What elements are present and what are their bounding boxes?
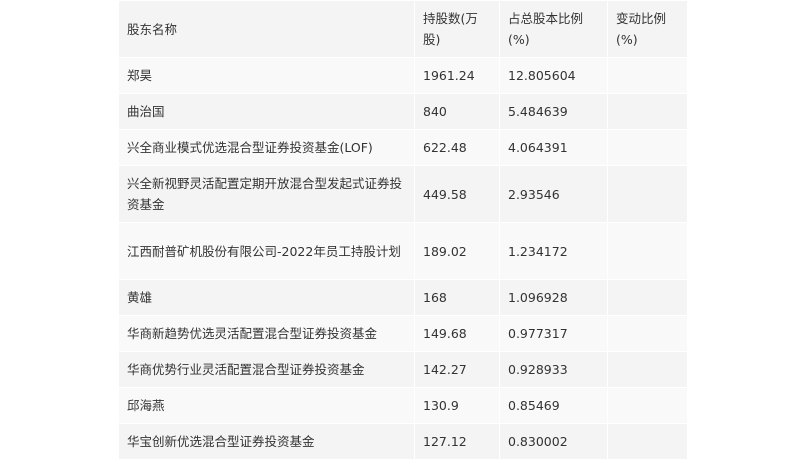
change-ratio-cell bbox=[607, 93, 688, 130]
shareholder-table-container: 股东名称 持股数(万股) 占总股本比例(%) 变动比例(%) 郑昊 1961.2… bbox=[118, 0, 688, 460]
shares-held-cell: 142.27 bbox=[414, 351, 500, 388]
table-row: 兴全新视野灵活配置定期开放混合型发起式证券投资基金 449.58 2.93546 bbox=[118, 165, 688, 223]
table-row: 郑昊 1961.24 12.805604 bbox=[118, 57, 688, 94]
change-ratio-cell bbox=[607, 387, 688, 424]
shares-held-cell: 1961.24 bbox=[414, 57, 500, 94]
shareholder-name-cell: 江西耐普矿机股份有限公司-2022年员工持股计划 bbox=[118, 222, 415, 280]
table-row: 曲治国 840 5.484639 bbox=[118, 93, 688, 130]
table-row: 黄雄 168 1.096928 bbox=[118, 279, 688, 316]
shares-held-cell: 189.02 bbox=[414, 222, 500, 280]
share-ratio-cell: 0.830002 bbox=[499, 423, 608, 460]
shareholder-name-cell: 郑昊 bbox=[118, 57, 415, 94]
shares-held-cell: 168 bbox=[414, 279, 500, 316]
share-ratio-cell: 1.096928 bbox=[499, 279, 608, 316]
share-ratio-cell: 1.234172 bbox=[499, 222, 608, 280]
share-ratio-cell: 0.977317 bbox=[499, 315, 608, 352]
share-ratio-cell: 2.93546 bbox=[499, 165, 608, 223]
change-ratio-cell bbox=[607, 315, 688, 352]
change-ratio-cell bbox=[607, 165, 688, 223]
shares-held-cell: 130.9 bbox=[414, 387, 500, 424]
shares-held-cell: 149.68 bbox=[414, 315, 500, 352]
header-shares-held: 持股数(万股) bbox=[414, 0, 500, 58]
shareholder-table: 股东名称 持股数(万股) 占总股本比例(%) 变动比例(%) 郑昊 1961.2… bbox=[118, 0, 688, 460]
header-change-ratio: 变动比例(%) bbox=[607, 0, 688, 58]
shares-held-cell: 622.48 bbox=[414, 129, 500, 166]
shareholder-name-cell: 邱海燕 bbox=[118, 387, 415, 424]
shareholder-name-cell: 华商新趋势优选灵活配置混合型证券投资基金 bbox=[118, 315, 415, 352]
shares-held-cell: 840 bbox=[414, 93, 500, 130]
change-ratio-cell bbox=[607, 222, 688, 280]
table-row: 华宝创新优选混合型证券投资基金 127.12 0.830002 bbox=[118, 423, 688, 460]
table-row: 邱海燕 130.9 0.85469 bbox=[118, 387, 688, 424]
shareholder-name-cell: 兴全新视野灵活配置定期开放混合型发起式证券投资基金 bbox=[118, 165, 415, 223]
header-shareholder-name: 股东名称 bbox=[118, 0, 415, 58]
share-ratio-cell: 4.064391 bbox=[499, 129, 608, 166]
table-row: 华商优势行业灵活配置混合型证券投资基金 142.27 0.928933 bbox=[118, 351, 688, 388]
shareholder-name-cell: 兴全商业模式优选混合型证券投资基金(LOF) bbox=[118, 129, 415, 166]
share-ratio-cell: 5.484639 bbox=[499, 93, 608, 130]
share-ratio-cell: 0.928933 bbox=[499, 351, 608, 388]
shares-held-cell: 449.58 bbox=[414, 165, 500, 223]
shareholder-name-cell: 黄雄 bbox=[118, 279, 415, 316]
change-ratio-cell bbox=[607, 279, 688, 316]
table-row: 江西耐普矿机股份有限公司-2022年员工持股计划 189.02 1.234172 bbox=[118, 222, 688, 280]
share-ratio-cell: 12.805604 bbox=[499, 57, 608, 94]
change-ratio-cell bbox=[607, 351, 688, 388]
change-ratio-cell bbox=[607, 423, 688, 460]
share-ratio-cell: 0.85469 bbox=[499, 387, 608, 424]
shareholder-name-cell: 曲治国 bbox=[118, 93, 415, 130]
table-header-row: 股东名称 持股数(万股) 占总股本比例(%) 变动比例(%) bbox=[118, 0, 688, 58]
table-row: 华商新趋势优选灵活配置混合型证券投资基金 149.68 0.977317 bbox=[118, 315, 688, 352]
shares-held-cell: 127.12 bbox=[414, 423, 500, 460]
header-share-ratio: 占总股本比例(%) bbox=[499, 0, 608, 58]
change-ratio-cell bbox=[607, 57, 688, 94]
shareholder-name-cell: 华商优势行业灵活配置混合型证券投资基金 bbox=[118, 351, 415, 388]
change-ratio-cell bbox=[607, 129, 688, 166]
shareholder-name-cell: 华宝创新优选混合型证券投资基金 bbox=[118, 423, 415, 460]
table-row: 兴全商业模式优选混合型证券投资基金(LOF) 622.48 4.064391 bbox=[118, 129, 688, 166]
